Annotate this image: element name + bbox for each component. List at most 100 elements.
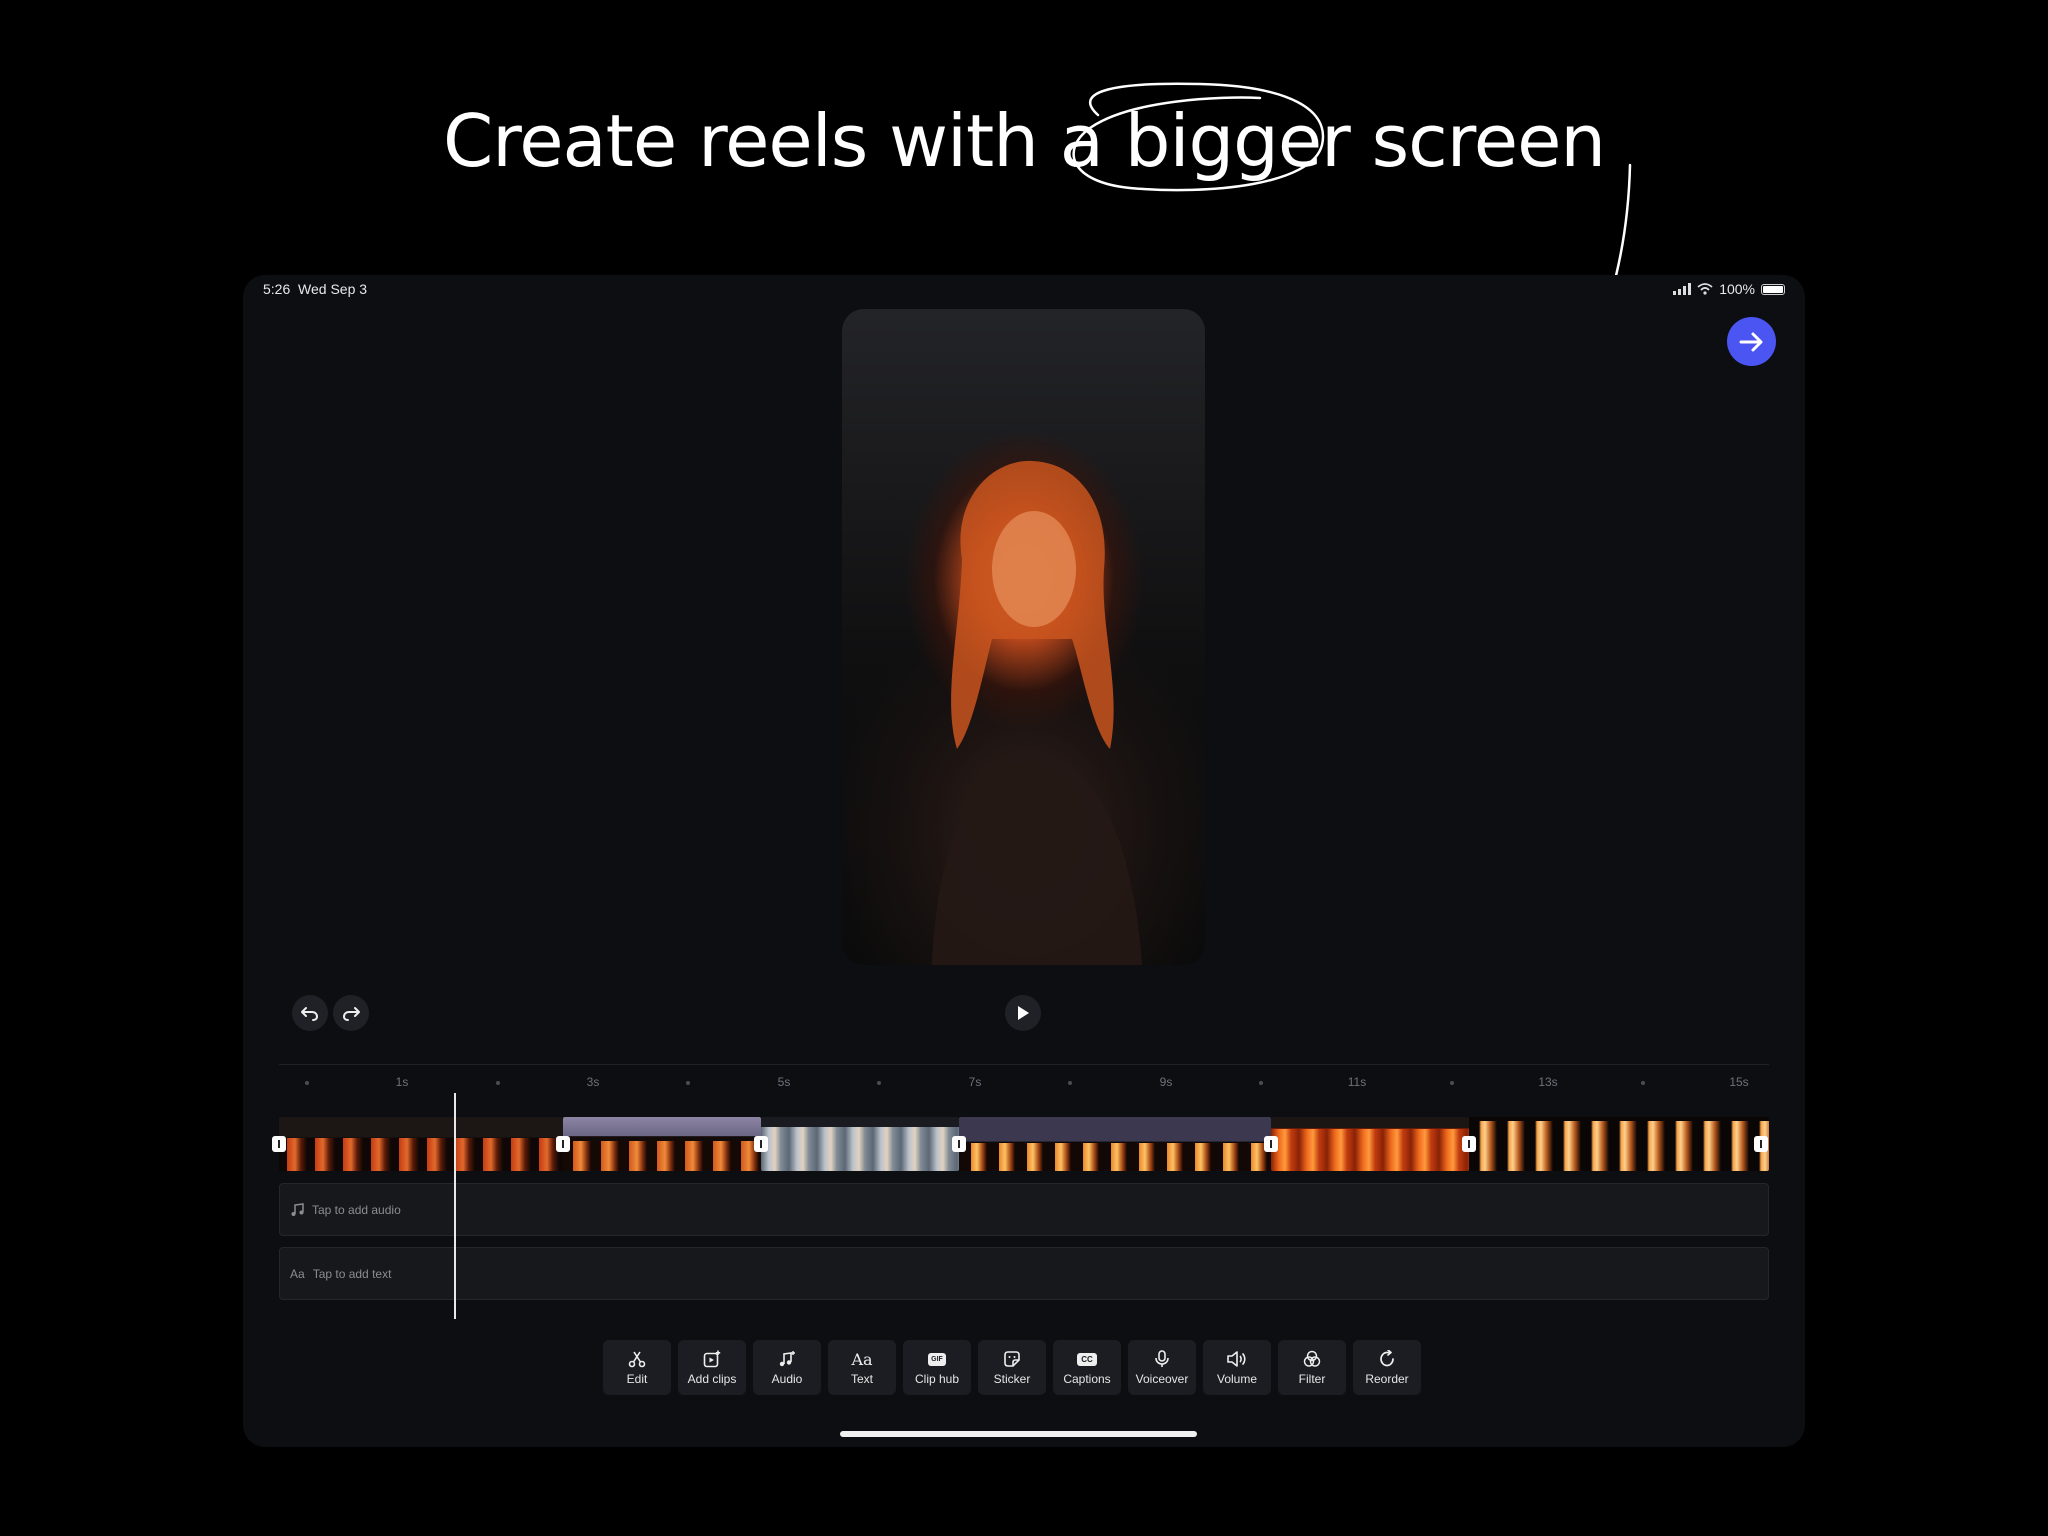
clip-trim-handle[interactable] <box>272 1136 286 1152</box>
playhead[interactable] <box>454 1093 456 1319</box>
next-button[interactable] <box>1727 317 1776 366</box>
home-indicator[interactable] <box>840 1431 1197 1437</box>
preview-frame <box>932 460 1142 965</box>
clip-strip <box>272 1117 1769 1171</box>
microphone-icon <box>1153 1349 1171 1369</box>
tool-audio[interactable]: Audio <box>753 1340 821 1395</box>
text-aa-icon: Aa <box>851 1349 872 1369</box>
audio-track-placeholder: Tap to add audio <box>312 1202 401 1217</box>
tool-label: Reorder <box>1365 1372 1409 1386</box>
play-icon <box>1018 1006 1029 1020</box>
video-clip-4[interactable] <box>959 1117 1271 1171</box>
scissors-icon <box>628 1349 646 1369</box>
captions-icon: CC <box>1077 1349 1097 1369</box>
tool-sticker[interactable]: Sticker <box>978 1340 1046 1395</box>
text-track-placeholder: Tap to add text <box>312 1266 392 1281</box>
arrow-right-icon <box>1739 332 1762 351</box>
undo-icon <box>301 1007 318 1021</box>
text-aa-glyph: Aa <box>851 1349 873 1369</box>
headline-before: Create reels with a <box>442 99 1125 183</box>
signal-icon <box>1673 283 1692 295</box>
ruler-dot <box>1641 1081 1645 1085</box>
ruler-label-15s: 15s <box>1729 1075 1749 1089</box>
video-clip-3[interactable] <box>761 1117 959 1171</box>
wifi-icon <box>1697 283 1713 295</box>
clip-trim-handle[interactable] <box>1462 1136 1476 1152</box>
tool-add-clips[interactable]: Add clips <box>678 1340 746 1395</box>
ruler-label-9s: 9s <box>1159 1075 1173 1089</box>
headline-after: screen <box>1349 99 1606 183</box>
tool-filter[interactable]: Filter <box>1278 1340 1346 1395</box>
captions-glyph: CC <box>1077 1352 1097 1366</box>
ruler-dot <box>305 1081 309 1085</box>
sticker-icon <box>1003 1349 1021 1369</box>
clip-trim-handle[interactable] <box>556 1136 570 1152</box>
ruler-dot <box>1068 1081 1072 1085</box>
clip-trim-handle[interactable] <box>1754 1136 1768 1152</box>
add-clips-icon <box>703 1349 721 1369</box>
tool-voiceover[interactable]: Voiceover <box>1128 1340 1196 1395</box>
battery-percent: 100% <box>1719 281 1755 297</box>
speaker-icon <box>1227 1349 1247 1369</box>
tool-text[interactable]: Aa Text <box>828 1340 896 1395</box>
music-note-icon <box>778 1349 796 1369</box>
gif-glyph: GIF <box>928 1352 946 1366</box>
video-preview[interactable] <box>842 309 1205 965</box>
status-clock: 5:26 <box>263 281 291 297</box>
time-ruler: 1s 3s 5s 7s 9s 11s 13s 15s <box>279 1075 1769 1093</box>
gif-icon: GIF <box>928 1349 946 1369</box>
tool-label: Volume <box>1216 1372 1258 1386</box>
status-time: 5:26 Wed Sep 3 <box>263 281 367 297</box>
ruler-dot <box>686 1081 690 1085</box>
ruler-label-3s: 3s <box>586 1075 600 1089</box>
ruler-label-11s: 11s <box>1347 1075 1367 1089</box>
ruler-dot <box>1450 1081 1454 1085</box>
status-date: Wed Sep 3 <box>298 281 368 297</box>
tool-captions[interactable]: CC Captions <box>1053 1340 1121 1395</box>
tool-edit[interactable]: Edit <box>603 1340 671 1395</box>
tool-label: Text <box>850 1372 873 1386</box>
redo-icon <box>343 1007 360 1021</box>
status-indicators: 100% <box>1673 281 1785 297</box>
music-note-icon <box>291 1202 304 1216</box>
reorder-icon <box>1378 1349 1396 1369</box>
tool-label: Clip hub <box>914 1372 960 1386</box>
undo-button[interactable] <box>292 995 328 1031</box>
tool-clip-hub[interactable]: GIF Clip hub <box>903 1340 971 1395</box>
text-aa-icon: Aa <box>290 1266 305 1281</box>
tool-label: Voiceover <box>1135 1372 1189 1386</box>
ruler-label-13s: 13s <box>1538 1075 1558 1089</box>
tool-volume[interactable]: Volume <box>1203 1340 1271 1395</box>
tool-label: Sticker <box>993 1372 1031 1386</box>
ruler-label-7s: 7s <box>968 1075 982 1089</box>
redo-button[interactable] <box>333 995 369 1031</box>
tablet-screen: 5:26 Wed Sep 3 100% 1s 3s 5s 7s 9s 11s 1… <box>243 275 1805 1447</box>
video-clip-2[interactable] <box>563 1117 761 1171</box>
headline: Create reels with a bigger screen <box>0 96 2048 186</box>
tool-label: Filter <box>1298 1372 1326 1386</box>
battery-icon <box>1761 283 1785 295</box>
video-clip-6[interactable] <box>1469 1117 1769 1171</box>
headline-highlight: bigger <box>1124 99 1351 183</box>
ruler-dot <box>877 1081 881 1085</box>
tool-label: Edit <box>626 1372 648 1386</box>
timeline-divider <box>279 1064 1769 1065</box>
ruler-label-1s: 1s <box>395 1075 409 1089</box>
tool-label: Add clips <box>687 1372 737 1386</box>
video-clip-1[interactable] <box>279 1117 563 1171</box>
ruler-label-5s: 5s <box>777 1075 791 1089</box>
filter-icon <box>1303 1349 1321 1369</box>
video-clip-5[interactable] <box>1271 1117 1469 1171</box>
tool-reorder[interactable]: Reorder <box>1353 1340 1421 1395</box>
ruler-dot <box>1259 1081 1263 1085</box>
clip-trim-handle[interactable] <box>754 1136 768 1152</box>
clip-trim-handle[interactable] <box>1264 1136 1278 1152</box>
tool-label: Captions <box>1063 1372 1111 1386</box>
editing-toolbar: Edit Add clips Audio Aa Text GIF Clip hu… <box>603 1340 1421 1395</box>
text-track[interactable]: Aa Tap to add text <box>279 1247 1769 1300</box>
clip-trim-handle[interactable] <box>952 1136 966 1152</box>
play-button[interactable] <box>1005 995 1041 1031</box>
audio-track[interactable]: Tap to add audio <box>279 1183 1769 1236</box>
ruler-dot <box>496 1081 500 1085</box>
tool-label: Audio <box>771 1372 803 1386</box>
